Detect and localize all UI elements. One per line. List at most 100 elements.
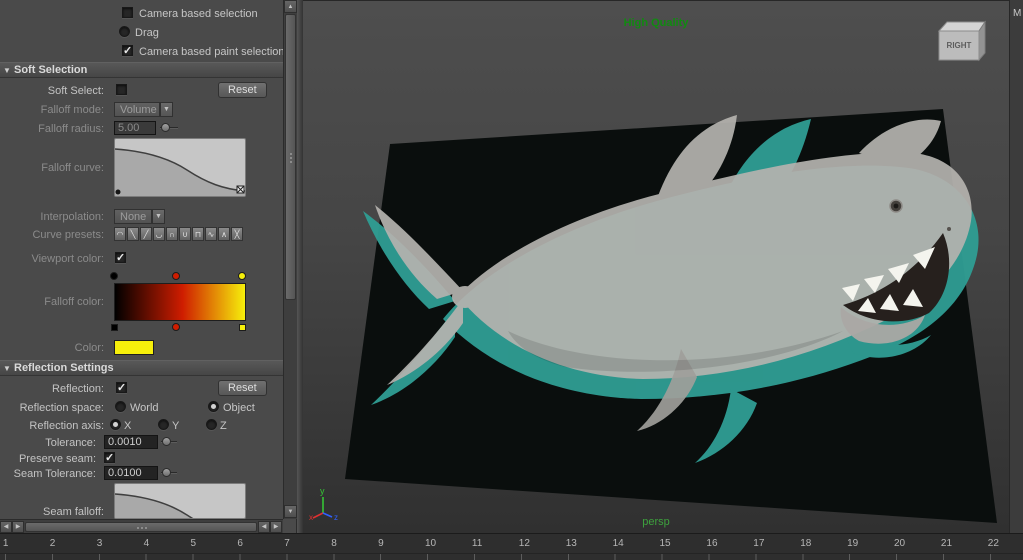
- vertical-scrollbar-thumb[interactable]: [285, 14, 296, 300]
- timeline-frame-8[interactable]: 8: [331, 538, 337, 549]
- curve-preset-concave[interactable]: ◡: [153, 227, 165, 241]
- shark-nostril: [947, 227, 951, 231]
- timeline-frame-4[interactable]: 4: [144, 538, 150, 549]
- curve-preset-linear-down[interactable]: ╲: [127, 227, 139, 241]
- right-edge-panel-strip[interactable]: M: [1009, 0, 1023, 533]
- panel-vertical-scrollbar[interactable]: ▲ ▼: [283, 0, 297, 519]
- chevron-down-icon[interactable]: ▼: [152, 209, 165, 224]
- timeline-frame-17[interactable]: 17: [753, 538, 764, 549]
- reflection-settings-section-header[interactable]: ▼ Reflection Settings: [0, 360, 283, 376]
- preserve-seam-checkbox[interactable]: [104, 451, 115, 464]
- timeline-frame-1[interactable]: 1: [3, 538, 9, 549]
- reflection-label: Reflection:: [52, 383, 104, 395]
- curve-preset-cross[interactable]: ╳: [231, 227, 243, 241]
- camera-based-selection-checkbox[interactable]: [122, 7, 133, 18]
- ramp-stop-black-bottom[interactable]: [111, 324, 118, 331]
- timeline-frame-3[interactable]: 3: [97, 538, 103, 549]
- camera-based-selection-label: Camera based selection: [139, 8, 258, 20]
- curve-key-start[interactable]: [115, 189, 121, 195]
- timeline-frame-13[interactable]: 13: [566, 538, 577, 549]
- timeline-frame-2[interactable]: 2: [50, 538, 56, 549]
- falloff-color-ramp[interactable]: [114, 283, 246, 321]
- timeline-frame-14[interactable]: 14: [613, 538, 624, 549]
- timeline-frame-21[interactable]: 21: [941, 538, 952, 549]
- view-cube[interactable]: RIGHT: [933, 15, 991, 67]
- reflection-space-world-radio[interactable]: [115, 401, 126, 412]
- timeline-frame-9[interactable]: 9: [378, 538, 384, 549]
- reflection-space-object-radio[interactable]: [208, 401, 219, 412]
- scroll-right-arrow-icon[interactable]: ▶: [12, 521, 24, 533]
- soft-selection-section-header[interactable]: ▼ Soft Selection: [0, 62, 283, 78]
- seam-falloff-curve-editor[interactable]: [114, 483, 246, 519]
- reflection-reset-button[interactable]: Reset: [218, 380, 267, 396]
- scroll-down-arrow-icon[interactable]: ▼: [284, 505, 297, 518]
- scroll-left-arrow-icon[interactable]: ◀: [0, 521, 12, 533]
- perspective-viewport[interactable]: High Quality RIGHT y x z persp: [303, 0, 1009, 533]
- timeline-frame-5[interactable]: 5: [191, 538, 197, 549]
- tolerance-slider-handle[interactable]: [162, 437, 171, 446]
- falloff-curve-graph: [115, 148, 245, 196]
- camera-name-label[interactable]: persp: [303, 516, 1009, 528]
- reflection-axis-z-radio[interactable]: [206, 419, 217, 430]
- horizontal-scrollbar-thumb[interactable]: [25, 522, 257, 532]
- soft-selection-reset-button[interactable]: Reset: [218, 82, 267, 98]
- curve-preset-spike[interactable]: ∧: [218, 227, 230, 241]
- ramp-stop-red-top[interactable]: [172, 272, 180, 280]
- soft-select-checkbox[interactable]: [116, 84, 127, 95]
- reflection-axis-x-label: X: [124, 420, 132, 432]
- viewport-color-checkbox[interactable]: [115, 251, 126, 264]
- curve-key-end-selected[interactable]: [236, 185, 245, 194]
- camera-based-paint-selection-checkbox[interactable]: [122, 44, 133, 57]
- scrollbar-grip: [141, 527, 143, 529]
- curve-preset-linear-up[interactable]: ╱: [140, 227, 152, 241]
- scroll-left-arrow-icon[interactable]: ◀: [258, 521, 270, 533]
- reflection-axis-y-radio[interactable]: [158, 419, 169, 430]
- curve-preset-plateau[interactable]: ⊓: [192, 227, 204, 241]
- falloff-radius-label: Falloff radius:: [38, 123, 104, 135]
- reflection-checkbox[interactable]: [116, 381, 127, 394]
- reflection-axis-y-label: Y: [172, 420, 180, 432]
- timeline-frame-10[interactable]: 10: [425, 538, 436, 549]
- curve-preset-valley[interactable]: ∪: [179, 227, 191, 241]
- timeline-ruler[interactable]: 1 2 3 4 5 6 7 8 9 10 11 12 13 14 15 16 17 18 19 20 21 22: [0, 534, 1023, 554]
- timeline-frame-7[interactable]: 7: [284, 538, 290, 549]
- panel-horizontal-scrollbar[interactable]: ◀ ▶ ◀ ▶: [0, 519, 283, 533]
- scroll-right-arrow-icon[interactable]: ▶: [270, 521, 282, 533]
- curve-preset-sine[interactable]: ∿: [205, 227, 217, 241]
- drag-radio[interactable]: [119, 26, 130, 37]
- timeline-frame-19[interactable]: 19: [847, 538, 858, 549]
- interpolation-dropdown[interactable]: None ▼: [114, 209, 165, 224]
- timeline-frame-16[interactable]: 16: [706, 538, 717, 549]
- timeline-frame-12[interactable]: 12: [519, 538, 530, 549]
- timeline-frame-20[interactable]: 20: [894, 538, 905, 549]
- falloff-curve-label: Falloff curve:: [41, 162, 104, 174]
- drag-label: Drag: [135, 27, 159, 39]
- timeline-frame-18[interactable]: 18: [800, 538, 811, 549]
- curve-preset-smooth[interactable]: ◠: [114, 227, 126, 241]
- falloff-radius-slider-handle[interactable]: [161, 123, 170, 132]
- falloff-curve-editor[interactable]: [114, 138, 246, 197]
- ramp-stop-yellow-top[interactable]: [238, 272, 246, 280]
- tolerance-field[interactable]: [104, 435, 158, 449]
- timeline-frame-6[interactable]: 6: [237, 538, 243, 549]
- reflection-axis-x-radio[interactable]: [110, 419, 121, 430]
- falloff-radius-field[interactable]: [114, 121, 156, 135]
- color-label: Color:: [74, 342, 104, 354]
- chevron-down-icon[interactable]: ▼: [160, 102, 173, 117]
- ramp-stop-black-top[interactable]: [110, 272, 118, 280]
- ramp-stop-yellow-bottom[interactable]: [239, 324, 246, 331]
- timeline-frame-22[interactable]: 22: [988, 538, 999, 549]
- time-slider[interactable]: 1 2 3 4 5 6 7 8 9 10 11 12 13 14 15 16 17 18 19 20 21 22: [0, 533, 1023, 560]
- falloff-color-label: Falloff color:: [44, 296, 104, 308]
- ramp-stop-red-bottom[interactable]: [172, 323, 180, 331]
- color-swatch[interactable]: [114, 340, 154, 355]
- scroll-up-arrow-icon[interactable]: ▲: [284, 0, 297, 13]
- seam-tolerance-field[interactable]: [104, 466, 158, 480]
- timeline-frame-15[interactable]: 15: [660, 538, 671, 549]
- falloff-mode-dropdown[interactable]: Volume ▼: [114, 102, 173, 117]
- view-cube-top-face[interactable]: [937, 21, 986, 32]
- reflection-space-label: Reflection space:: [19, 402, 104, 414]
- curve-preset-dome[interactable]: ∩: [166, 227, 178, 241]
- seam-tolerance-slider-handle[interactable]: [162, 468, 171, 477]
- timeline-frame-11[interactable]: 11: [472, 538, 482, 549]
